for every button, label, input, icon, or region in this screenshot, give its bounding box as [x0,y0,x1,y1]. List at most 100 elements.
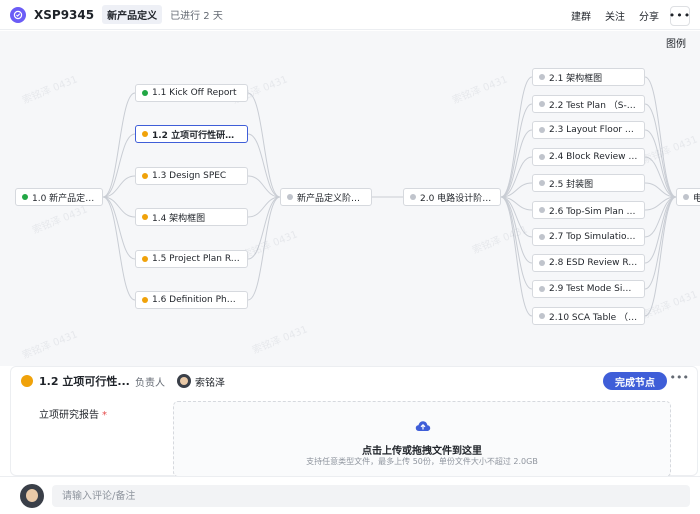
node-phase2-task[interactable]: 2.3 Layout Floor Plan [532,121,645,139]
connector-line [247,196,281,301]
progress-text: 已进行 2 天 [170,11,223,22]
comment-bar [0,476,700,514]
status-dot-icon [539,74,545,80]
node-label: 2.6 Top-Sim Plan （S-... [549,206,638,217]
complete-node-button[interactable]: 完成节点 [603,372,667,390]
status-dot-icon [539,180,545,186]
follow-button[interactable]: 关注 [600,5,630,26]
file-upload-area[interactable]: 点击上传或拖拽文件到这里 支持任意类型文件，最多上传 50份，单份文件大小不超过… [173,401,671,477]
status-dot-icon [539,313,545,319]
node-label: 1.1 Kick Off Report [152,88,237,98]
node-label: 2.4 Block Review Repor... [549,152,638,162]
node-label: 2.2 Test Plan （S-RD-... [549,100,638,111]
node-label: 2.1 架构框图 [549,73,603,84]
field-label-text: 立项研究报告 [39,410,99,421]
flow-canvas[interactable]: 图例 索铭泽 0431 索铭泽 0431 索铭泽 0431 索铭泽 0431 索铭泽 0… [0,31,700,366]
upload-hint: 支持任意类型文件，最多上传 50份，单份文件大小不超过 2.0GB [306,457,538,466]
node-phase2-task[interactable]: 2.9 Test Mode Simulati... [532,280,645,298]
node-label: 1.2 立项可行性研究报告 [152,130,241,141]
status-dot-icon [539,101,545,107]
status-dot-icon [539,260,545,266]
connector-line [644,76,677,198]
node-label: 2.5 封装图 [549,179,594,190]
node-start[interactable]: 1.0 新产品定义开始 [15,188,103,206]
panel-more-icon[interactable]: ••• [670,371,689,384]
owner-name[interactable]: 索铭泽 [195,374,225,389]
node-phase2-task[interactable]: 2.7 Top Simulation Repo... [532,228,645,246]
node-phase1-task[interactable]: 1.1 Kick Off Report [135,84,248,102]
node-phase1-task[interactable]: 1.2 立项可行性研究报告 [135,125,248,143]
node-phase1-task[interactable]: 1.4 架构框图 [135,208,248,226]
connector-line [247,92,281,198]
node-label: 1.6 Definition Phase Rel... [152,295,241,305]
project-id: XSP9345 [34,7,95,22]
node-next-partial[interactable]: 电 [676,188,700,206]
project-icon [10,6,26,23]
node-label: 1.3 Design SPEC [152,171,227,181]
owner-label: 负责人 [135,377,165,389]
comment-input[interactable] [52,485,690,507]
connector-line [644,196,677,290]
connector-line [500,196,533,290]
node-label: 1.0 新产品定义开始 [32,193,96,204]
share-button[interactable]: 分享 [634,5,664,26]
node-phase2-task[interactable]: 2.10 SCA Table （S-R... [532,307,645,325]
status-dot-icon [22,194,28,200]
detail-title: 1.2 立项可行性... [39,375,129,388]
connector-line [500,196,533,317]
node-phase1-task[interactable]: 1.3 Design SPEC [135,167,248,185]
status-dot-icon [142,256,148,262]
status-dot-icon [539,127,545,133]
node-phase2-task[interactable]: 2.1 架构框图 [532,68,645,86]
required-mark: * [102,410,107,421]
node-label: 2.9 Test Mode Simulati... [549,284,638,294]
node-detail-panel: 1.2 立项可行性... 负责人 索铭泽 完成节点 ••• 立项研究报告 * 点击… [10,366,698,477]
status-dot-icon [683,194,689,200]
create-group-button[interactable]: 建群 [566,5,596,26]
header-actions: 建群 关注 分享 ••• [562,5,690,26]
status-dot-icon [539,207,545,213]
node-phase2-task[interactable]: 2.2 Test Plan （S-RD-... [532,95,645,113]
node-label: 1.5 Project Plan Review [152,254,241,264]
node-phase1-end[interactable]: 新产品定义阶段结束 [280,188,372,206]
status-dot-icon [142,90,148,96]
status-dot-icon [287,194,293,200]
more-icon[interactable]: ••• [669,5,690,26]
cloud-upload-icon [415,421,431,431]
status-dot-icon [142,297,148,303]
user-avatar [20,484,44,508]
status-dot-icon [539,154,545,160]
status-dot-icon [410,194,416,200]
upload-title: 点击上传或拖拽文件到这里 [362,446,482,457]
field-label: 立项研究报告 * [39,406,107,421]
node-phase2-task[interactable]: 2.6 Top-Sim Plan （S-... [532,201,645,219]
node-label: 电 [693,191,700,204]
node-label: 2.8 ESD Review Report ... [549,258,638,268]
connector-line [644,196,677,317]
node-phase2-start[interactable]: 2.0 电路设计阶段开始 [403,188,501,206]
node-label: 2.0 电路设计阶段开始 [420,193,494,204]
status-dot-icon [539,286,545,292]
connector-line [102,92,136,198]
node-label: 2.10 SCA Table （S-R... [549,312,638,323]
status-dot-icon [142,214,148,220]
connector-line [102,196,136,301]
top-header: XSP9345 新产品定义 已进行 2 天 建群 关注 分享 ••• [0,0,700,30]
node-phase2-task[interactable]: 2.8 ESD Review Report ... [532,254,645,272]
stage-badge[interactable]: 新产品定义 [102,5,163,24]
node-label: 1.4 架构框图 [152,213,206,224]
node-label: 2.7 Top Simulation Repo... [549,232,638,242]
node-label: 2.3 Layout Floor Plan [549,125,638,135]
status-dot-icon [142,131,148,137]
status-icon [21,375,33,387]
owner-avatar [177,374,191,388]
node-phase1-task[interactable]: 1.5 Project Plan Review [135,250,248,268]
node-phase2-task[interactable]: 2.5 封装图 [532,174,645,192]
detail-header: 1.2 立项可行性... 负责人 索铭泽 [11,367,697,395]
status-dot-icon [539,234,545,240]
node-phase1-task[interactable]: 1.6 Definition Phase Rel... [135,291,248,309]
node-phase2-task[interactable]: 2.4 Block Review Repor... [532,148,645,166]
connector-line [500,76,533,198]
node-label: 新产品定义阶段结束 [297,193,365,204]
status-dot-icon [142,173,148,179]
